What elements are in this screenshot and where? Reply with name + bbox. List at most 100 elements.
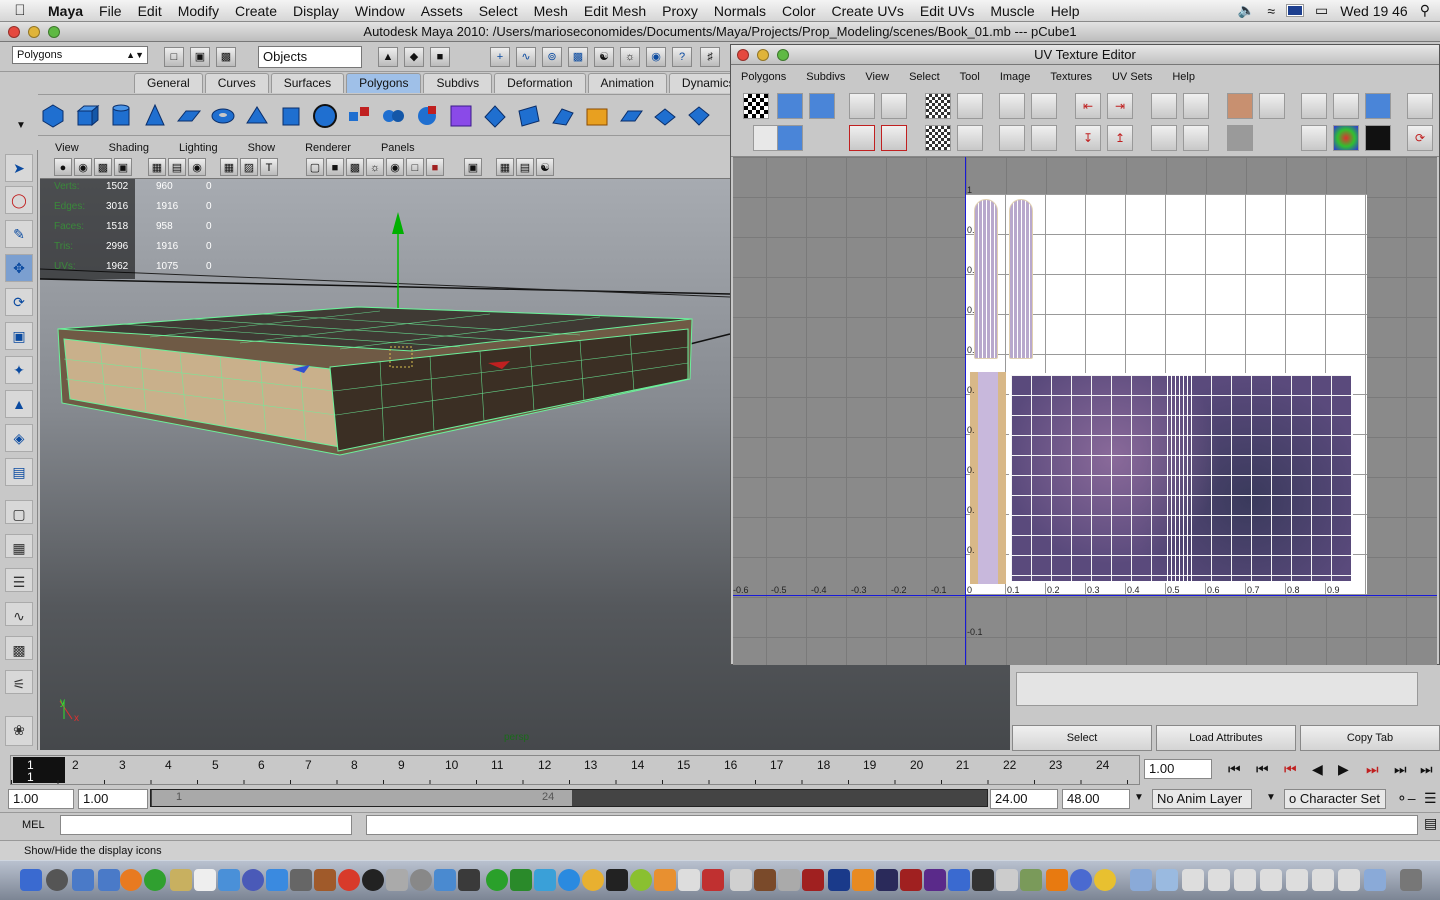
flag-icon[interactable] [1286, 4, 1305, 17]
combine-icon[interactable] [346, 103, 372, 129]
lights-icon[interactable]: ☼ [366, 158, 384, 176]
menu-normals[interactable]: Normals [706, 3, 774, 19]
shelf-tab-general[interactable]: General [134, 73, 203, 93]
snap-curve-icon[interactable]: ∿ [516, 47, 536, 67]
minimize-window-icon[interactable] [757, 49, 769, 61]
uv-shell-spine-right[interactable] [1009, 199, 1033, 359]
uv-shell-spine-left[interactable] [974, 199, 998, 359]
garageband-icon[interactable] [314, 869, 336, 891]
cylindrical-mapping-icon[interactable] [618, 103, 644, 129]
dock-app-icon-20[interactable] [996, 869, 1018, 891]
flip-v-icon[interactable] [881, 93, 907, 119]
panel-menu-shading[interactable]: Shading [94, 142, 164, 157]
select-by-object-icon[interactable]: ◆ [404, 47, 424, 67]
auto-key-icon[interactable]: ⚬– [1396, 790, 1416, 807]
dim-image-icon[interactable] [1301, 125, 1327, 151]
snap-point-icon[interactable]: ⊚ [542, 47, 562, 67]
dock-app-icon-3[interactable] [434, 869, 456, 891]
folder-icon[interactable] [1156, 869, 1178, 891]
menu-muscle[interactable]: Muscle [982, 3, 1042, 19]
resolution-gate-icon[interactable]: ◉ [188, 158, 206, 176]
move-uv-shell-icon[interactable] [809, 93, 835, 119]
snap-plane-icon[interactable]: ▩ [568, 47, 588, 67]
dock-app-icon-23[interactable] [1094, 869, 1116, 891]
poly-cylinder-icon[interactable] [108, 103, 134, 129]
iphoto-icon[interactable] [218, 869, 240, 891]
separate-icon[interactable] [380, 103, 406, 129]
grid-uvs-icon[interactable] [1031, 93, 1057, 119]
document-icon[interactable] [1208, 869, 1230, 891]
rotate-cw-icon[interactable] [881, 125, 907, 151]
spherical-mapping-icon[interactable] [652, 103, 678, 129]
toggle-uv-display-icon[interactable] [1259, 93, 1285, 119]
grid-toggle-icon[interactable]: ▦ [148, 158, 166, 176]
trash-icon[interactable] [1400, 869, 1422, 891]
apple-icon[interactable]:  [0, 2, 40, 19]
menu-mesh[interactable]: Mesh [526, 3, 576, 19]
snap-grid-icon[interactable]: + [490, 47, 510, 67]
grid-display-icon[interactable] [1301, 93, 1327, 119]
dock-app-icon-7[interactable] [534, 869, 556, 891]
image-display-icon[interactable] [1365, 93, 1391, 119]
align-bottom-icon[interactable]: ↧ [1075, 125, 1101, 151]
dock-app-icon-10[interactable] [630, 869, 652, 891]
photoshop-icon[interactable] [828, 869, 850, 891]
panel-menu-view[interactable]: View [40, 142, 94, 157]
uv-menu-subdivs[interactable]: Subdivs [796, 67, 855, 87]
dock-app-icon-8[interactable] [582, 869, 604, 891]
shelf-tab-animation[interactable]: Animation [587, 73, 667, 93]
dock-app-icon-5[interactable] [486, 869, 508, 891]
menu-file[interactable]: File [91, 3, 130, 19]
dock-app-icon-19[interactable] [972, 869, 994, 891]
paste-v-icon[interactable] [1183, 125, 1209, 151]
last-tool-icon[interactable]: ▤ [5, 458, 33, 486]
camera-tool-icon[interactable]: ◉ [74, 158, 92, 176]
select-button[interactable]: Select [1012, 725, 1152, 751]
uv-menu-image[interactable]: Image [990, 67, 1041, 87]
shaded-cube-icon[interactable]: ■ [326, 158, 344, 176]
alpha-channel-icon[interactable] [1365, 125, 1391, 151]
illustrator-icon[interactable] [852, 869, 874, 891]
firefox-icon[interactable] [120, 869, 142, 891]
zoom-window-icon[interactable] [48, 26, 60, 38]
camera-attributes-icon[interactable]: ● [54, 158, 72, 176]
xray-icon[interactable]: □ [406, 158, 424, 176]
shadows-icon[interactable]: ◉ [386, 158, 404, 176]
playback-end-field[interactable]: 24.00 [990, 789, 1058, 809]
append-polygon-icon[interactable] [550, 103, 576, 129]
iphoto-booth-icon[interactable] [290, 869, 312, 891]
anim-layer-menu-icon[interactable]: ▼ [1134, 792, 1144, 803]
relax-uvs-icon[interactable] [999, 125, 1025, 151]
maya-logo-icon[interactable]: ❀ [5, 716, 33, 746]
dock-app-icon-1[interactable] [338, 869, 360, 891]
image-plane-icon[interactable]: ▣ [114, 158, 132, 176]
range-slider-handle[interactable]: 1 24 [152, 790, 572, 806]
uv-shell-page-edge[interactable] [970, 372, 1006, 584]
auto-mapping-icon[interactable] [686, 103, 712, 129]
rotate-tool-icon[interactable]: ⟳ [5, 288, 33, 316]
go-to-end-icon[interactable]: ⏭ [1420, 761, 1433, 778]
lasso-tool-icon[interactable]: ◯ [5, 186, 33, 214]
uv-shell-cover-spine[interactable] [1167, 371, 1195, 585]
vlc-icon[interactable] [1046, 869, 1068, 891]
planar-mapping-icon[interactable] [584, 103, 610, 129]
texture-toggle-icon[interactable]: T [260, 158, 278, 176]
poly-pipe-icon[interactable] [278, 103, 304, 129]
move-and-sew-icon[interactable] [957, 125, 983, 151]
close-window-icon[interactable] [8, 26, 20, 38]
dock-app-icon-4[interactable] [458, 869, 480, 891]
dock-app-icon-21[interactable] [1020, 869, 1042, 891]
wireframe-icon[interactable]: ▦ [220, 158, 238, 176]
shelf-tab-subdivs[interactable]: Subdivs [423, 73, 493, 93]
save-scene-icon[interactable]: ▩ [216, 47, 236, 67]
document-icon[interactable] [1338, 869, 1360, 891]
menu-select[interactable]: Select [471, 3, 526, 19]
layout-script-icon[interactable]: ⚟ [5, 670, 33, 694]
poly-sphere-icon[interactable] [40, 103, 66, 129]
frame-all-icon[interactable]: ▣ [464, 158, 482, 176]
wifi-icon[interactable]: ≈ [1267, 3, 1275, 19]
play-forwards-icon[interactable]: ▶ [1338, 761, 1349, 778]
safe-frame-icon[interactable]: ▤ [516, 158, 534, 176]
refresh-icon[interactable]: ⟳ [1407, 125, 1433, 151]
checker-icon[interactable] [743, 93, 769, 119]
